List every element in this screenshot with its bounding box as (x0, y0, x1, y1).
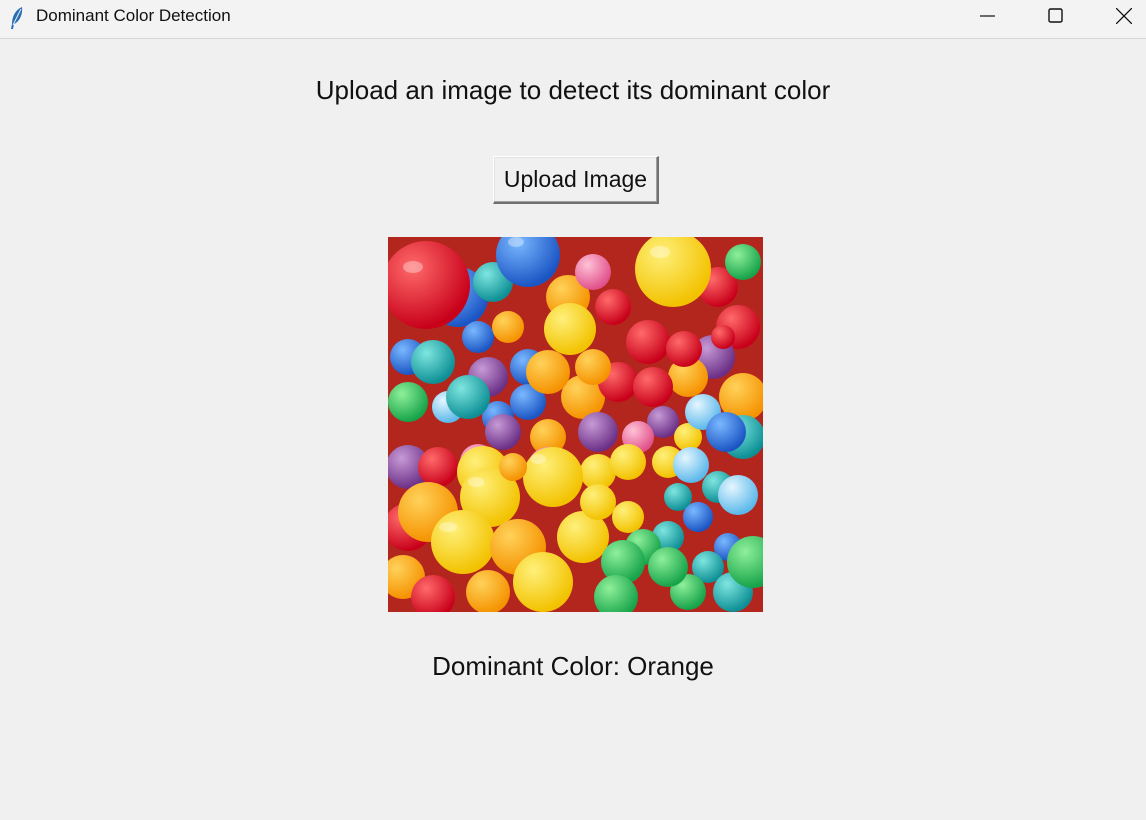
dominant-color-result: Dominant Color: Orange (432, 651, 714, 681)
maximize-icon (1048, 8, 1063, 23)
balloons-image (388, 237, 763, 612)
upload-image-button[interactable]: Upload Image (493, 156, 659, 204)
close-icon (1116, 8, 1132, 24)
window-title: Dominant Color Detection (36, 6, 231, 25)
minimize-button[interactable] (964, 0, 1010, 32)
close-button[interactable] (1100, 0, 1146, 32)
instruction-heading: Upload an image to detect its dominant c… (315, 75, 831, 105)
feather-icon (8, 6, 26, 29)
minimize-icon (980, 15, 995, 17)
uploaded-image-preview (388, 237, 763, 612)
title-bar[interactable]: Dominant Color Detection (0, 0, 1146, 39)
maximize-button[interactable] (1032, 0, 1078, 32)
app-window: Dominant Color Detection Upload an image… (0, 0, 1146, 820)
